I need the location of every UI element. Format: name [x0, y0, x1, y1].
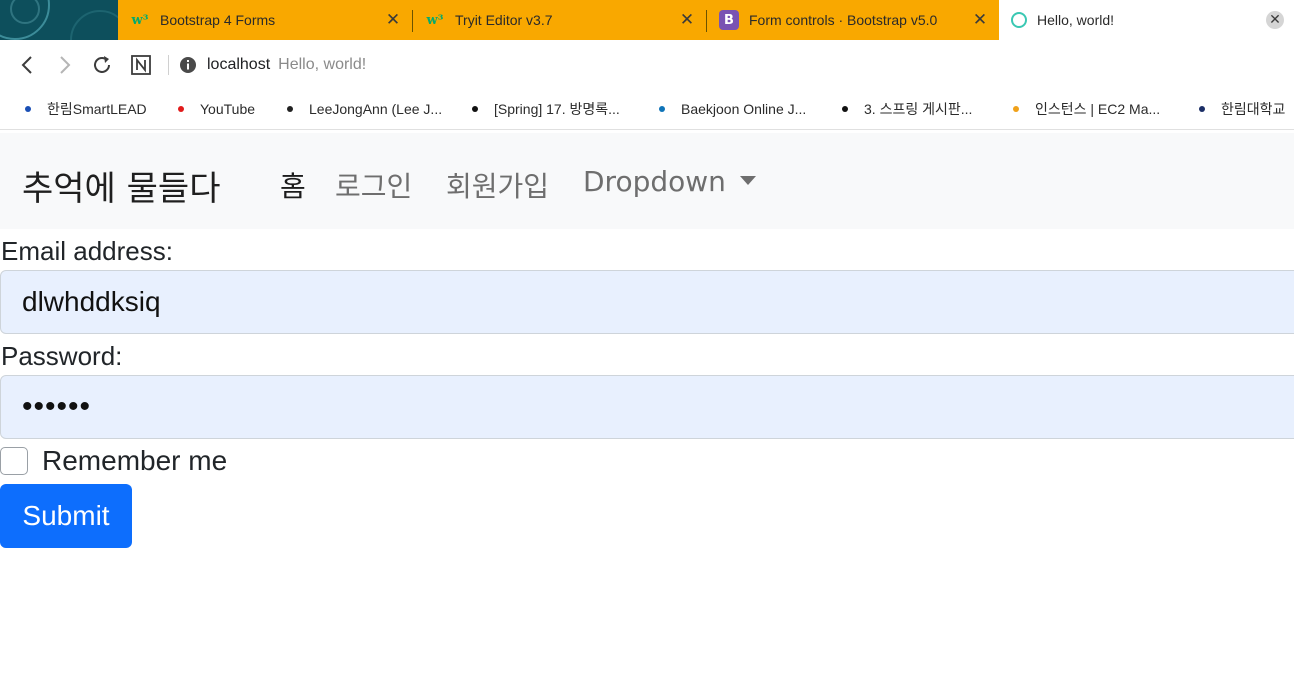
close-icon[interactable]: ✕ [971, 11, 989, 29]
password-field[interactable]: •••••• [0, 375, 1294, 439]
nav-link-login[interactable]: 로그인 [335, 165, 412, 205]
reload-icon [94, 56, 110, 73]
tab-strip: w³ Bootstrap 4 Forms ✕ w³ Tryit Editor v… [0, 0, 1294, 40]
tab-title: Bootstrap 4 Forms [160, 12, 276, 28]
nav-link-signup[interactable]: 회원가입 [446, 165, 549, 205]
back-button[interactable] [15, 52, 41, 78]
address-bar[interactable]: localhost Hello, world! [168, 50, 366, 80]
tab-title: Hello, world! [1037, 12, 1115, 28]
tab-title: Tryit Editor v3.7 [455, 12, 553, 28]
nav-link-home[interactable]: 홈 [280, 165, 306, 205]
youtube-icon [178, 106, 184, 112]
close-icon[interactable]: ✕ [384, 11, 402, 29]
hallym-icon [1199, 106, 1205, 112]
bookmark-label: [Spring] 17. 방명록... [494, 101, 620, 117]
site-navbar: 추억에 물들다 홈 로그인 회원가입 Dropdown [0, 133, 1294, 229]
bookmark-label: 한림SmartLEAD [47, 101, 147, 117]
loading-spinner-icon [1011, 12, 1027, 28]
submit-button[interactable]: Submit [0, 484, 132, 548]
info-icon[interactable] [179, 56, 197, 74]
email-field[interactable]: dlwhddksiq [0, 270, 1294, 334]
remember-me-checkbox[interactable] [0, 447, 28, 475]
bootstrap-icon: B [719, 10, 739, 30]
bookmark-item[interactable]: 한림SmartLEAD [25, 99, 147, 119]
caret-down-icon [739, 175, 756, 185]
email-label: Email address: [1, 236, 173, 266]
nav-dropdown-label: Dropdown [583, 165, 726, 198]
bookmark-dot-icon [25, 106, 31, 112]
aws-icon [1013, 106, 1019, 112]
tab-form-controls[interactable]: B Form controls · Bootstrap v5.0 ✕ [707, 0, 999, 40]
close-icon[interactable]: ✕ [678, 11, 696, 29]
github-icon [287, 106, 293, 112]
back-arrow-icon [21, 56, 32, 74]
notion-icon [131, 55, 151, 75]
close-icon[interactable]: ✕ [1266, 11, 1284, 29]
bookmark-item[interactable]: 한림대학교 [1199, 99, 1285, 119]
forward-button[interactable] [51, 52, 77, 78]
bookmark-dot-icon [842, 106, 848, 112]
tab-bootstrap4-forms[interactable]: w³ Bootstrap 4 Forms ✕ [118, 0, 412, 40]
bookmark-dot-icon [472, 106, 478, 112]
address-divider [168, 55, 169, 75]
bookmark-label: 인스턴스 | EC2 Ma... [1035, 101, 1161, 117]
forward-arrow-icon [60, 56, 71, 74]
bookmark-label: YouTube [200, 101, 256, 117]
tab-hello-world[interactable]: Hello, world! ✕ [999, 0, 1294, 40]
address-page-title: Hello, world! [278, 56, 367, 73]
browser-theme-art [0, 0, 118, 40]
navbar-brand[interactable]: 추억에 물들다 [22, 161, 221, 210]
tab-title: Form controls · Bootstrap v5.0 [749, 12, 938, 28]
nav-dropdown[interactable]: Dropdown [583, 165, 756, 198]
bookmark-item[interactable]: 3. 스프링 게시판... [842, 99, 972, 119]
remember-me-label[interactable]: Remember me [42, 445, 227, 477]
bookmark-label: Baekjoon Online J... [681, 101, 807, 117]
bookmark-item[interactable]: Baekjoon Online J... [659, 99, 806, 119]
bookmark-item[interactable]: YouTube [178, 99, 255, 119]
baekjoon-icon [659, 106, 665, 112]
remember-me-group: Remember me [0, 445, 227, 477]
bookmark-label: 한림대학교 [1221, 101, 1286, 117]
reading-mode-button[interactable] [128, 52, 154, 78]
w3schools-icon: w³ [426, 12, 444, 28]
reload-button[interactable] [89, 52, 115, 78]
bookmark-label: 3. 스프링 게시판... [864, 101, 973, 117]
tab-tryit-editor[interactable]: w³ Tryit Editor v3.7 ✕ [413, 0, 706, 40]
bookmark-item[interactable]: [Spring] 17. 방명록... [472, 99, 620, 119]
password-label: Password: [1, 341, 123, 371]
bookmark-label: LeeJongAnn (Lee J... [309, 101, 443, 117]
browser-toolbar: localhost Hello, world! [0, 40, 1294, 89]
bookmark-item[interactable]: 인스턴스 | EC2 Ma... [1013, 99, 1160, 119]
bookmarks-bar: 한림SmartLEAD YouTube LeeJongAnn (Lee J...… [0, 89, 1294, 130]
w3schools-icon: w³ [131, 12, 149, 28]
address-host: localhost [207, 56, 271, 73]
bookmark-item[interactable]: LeeJongAnn (Lee J... [287, 99, 442, 119]
